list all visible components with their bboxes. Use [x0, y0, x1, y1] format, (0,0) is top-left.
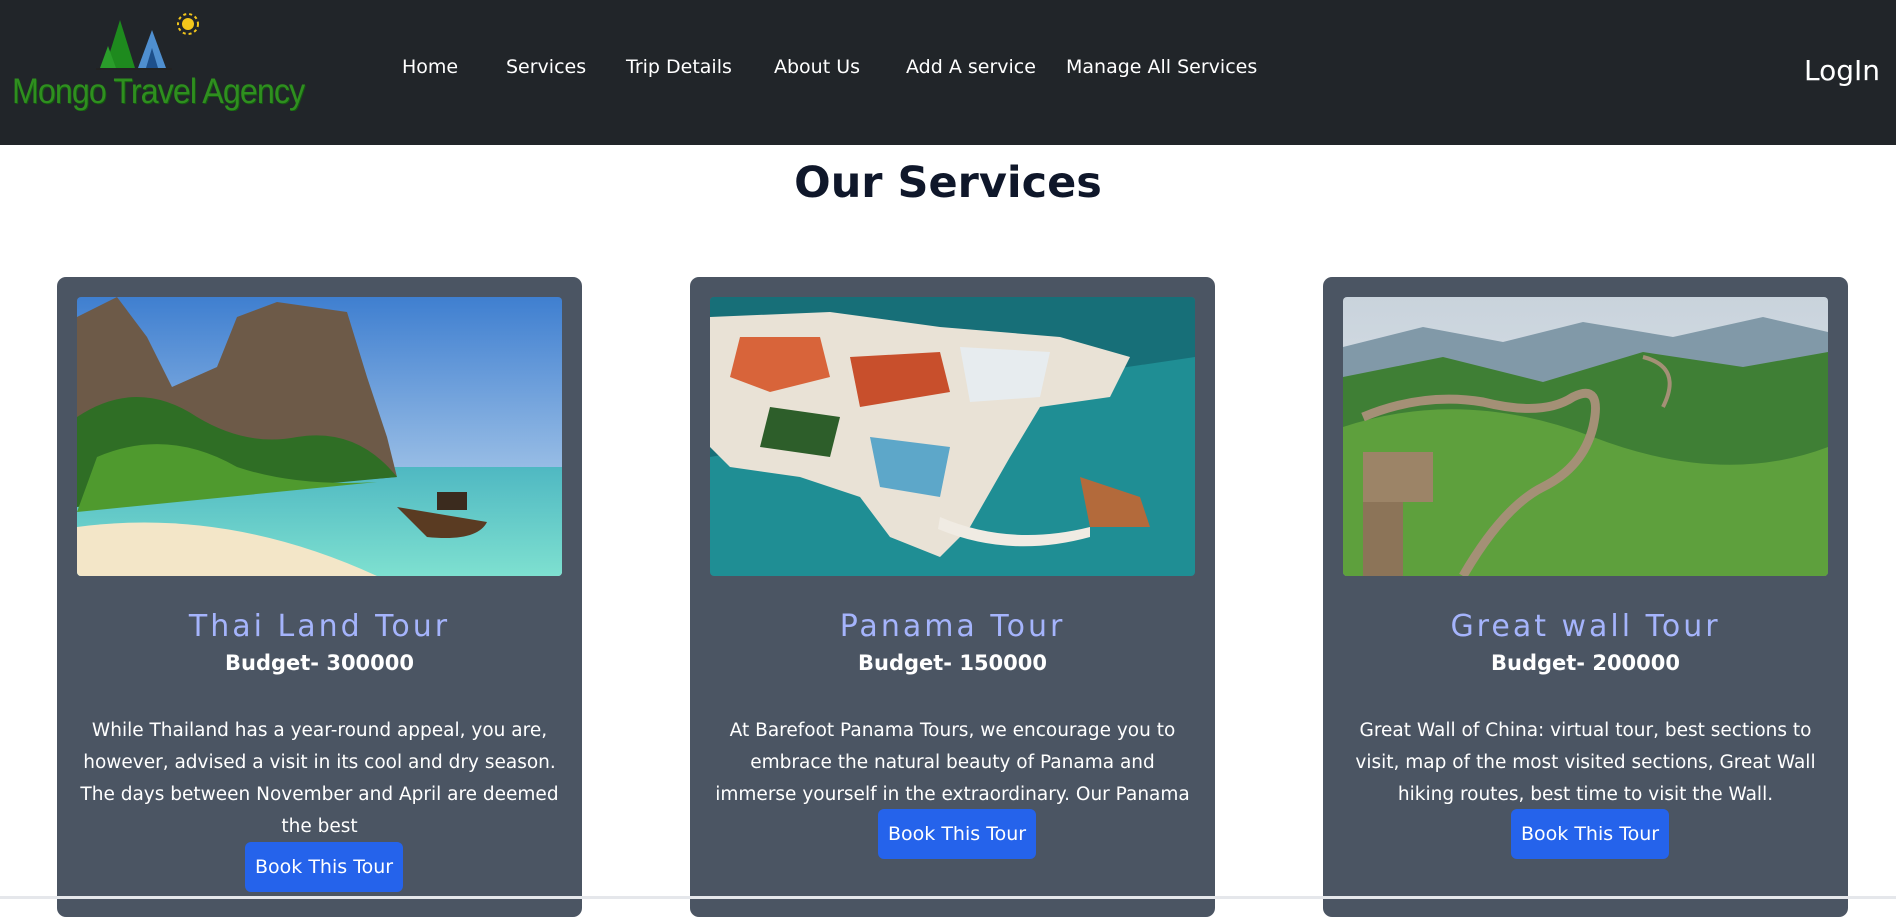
page-title: Our Services — [794, 158, 1102, 208]
great-wall-image — [1343, 297, 1828, 576]
service-title: Panama Tour — [839, 609, 1066, 644]
service-title: Thai Land Tour — [188, 609, 451, 644]
peninsula-city-image — [710, 297, 1195, 576]
service-card-great-wall: Great wall Tour Budget- 200000 Great Wal… — [1323, 277, 1848, 917]
service-description: Great Wall of China: virtual tour, best … — [1355, 720, 1816, 805]
navbar: Mongo Travel Agency Home Services Trip D… — [0, 0, 1896, 145]
tent-trees-logo-icon — [96, 13, 199, 70]
login-link[interactable]: LogIn — [1804, 54, 1880, 87]
beach-longboat-image — [77, 297, 562, 576]
service-budget: Budget- 200000 — [1491, 651, 1680, 675]
service-card-panama: Panama Tour Budget- 150000 At Barefoot P… — [690, 277, 1215, 917]
nav-add-a-service[interactable]: Add A service — [906, 56, 1036, 78]
nav-manage-all-services[interactable]: Manage All Services — [1066, 56, 1257, 78]
nav-trip-details[interactable]: Trip Details — [626, 56, 732, 78]
service-title: Great wall Tour — [1450, 609, 1721, 644]
book-tour-button[interactable]: Book This Tour — [878, 809, 1037, 859]
book-tour-button[interactable]: Book This Tour — [245, 842, 404, 892]
service-description: While Thailand has a year-round appeal, … — [80, 720, 559, 837]
book-tour-button[interactable]: Book This Tour — [1511, 809, 1670, 859]
service-budget: Budget- 300000 — [225, 651, 414, 675]
brand-logo[interactable]: Mongo Travel Agency — [10, 8, 305, 123]
brand-name: Mongo Travel Agency — [12, 72, 305, 111]
nav-about-us[interactable]: About Us — [774, 56, 860, 78]
nav-services[interactable]: Services — [506, 56, 586, 78]
nav-home[interactable]: Home — [402, 56, 458, 78]
service-budget: Budget- 150000 — [858, 651, 1047, 675]
service-card-thailand: Thai Land Tour Budget- 300000 While Thai… — [57, 277, 582, 917]
